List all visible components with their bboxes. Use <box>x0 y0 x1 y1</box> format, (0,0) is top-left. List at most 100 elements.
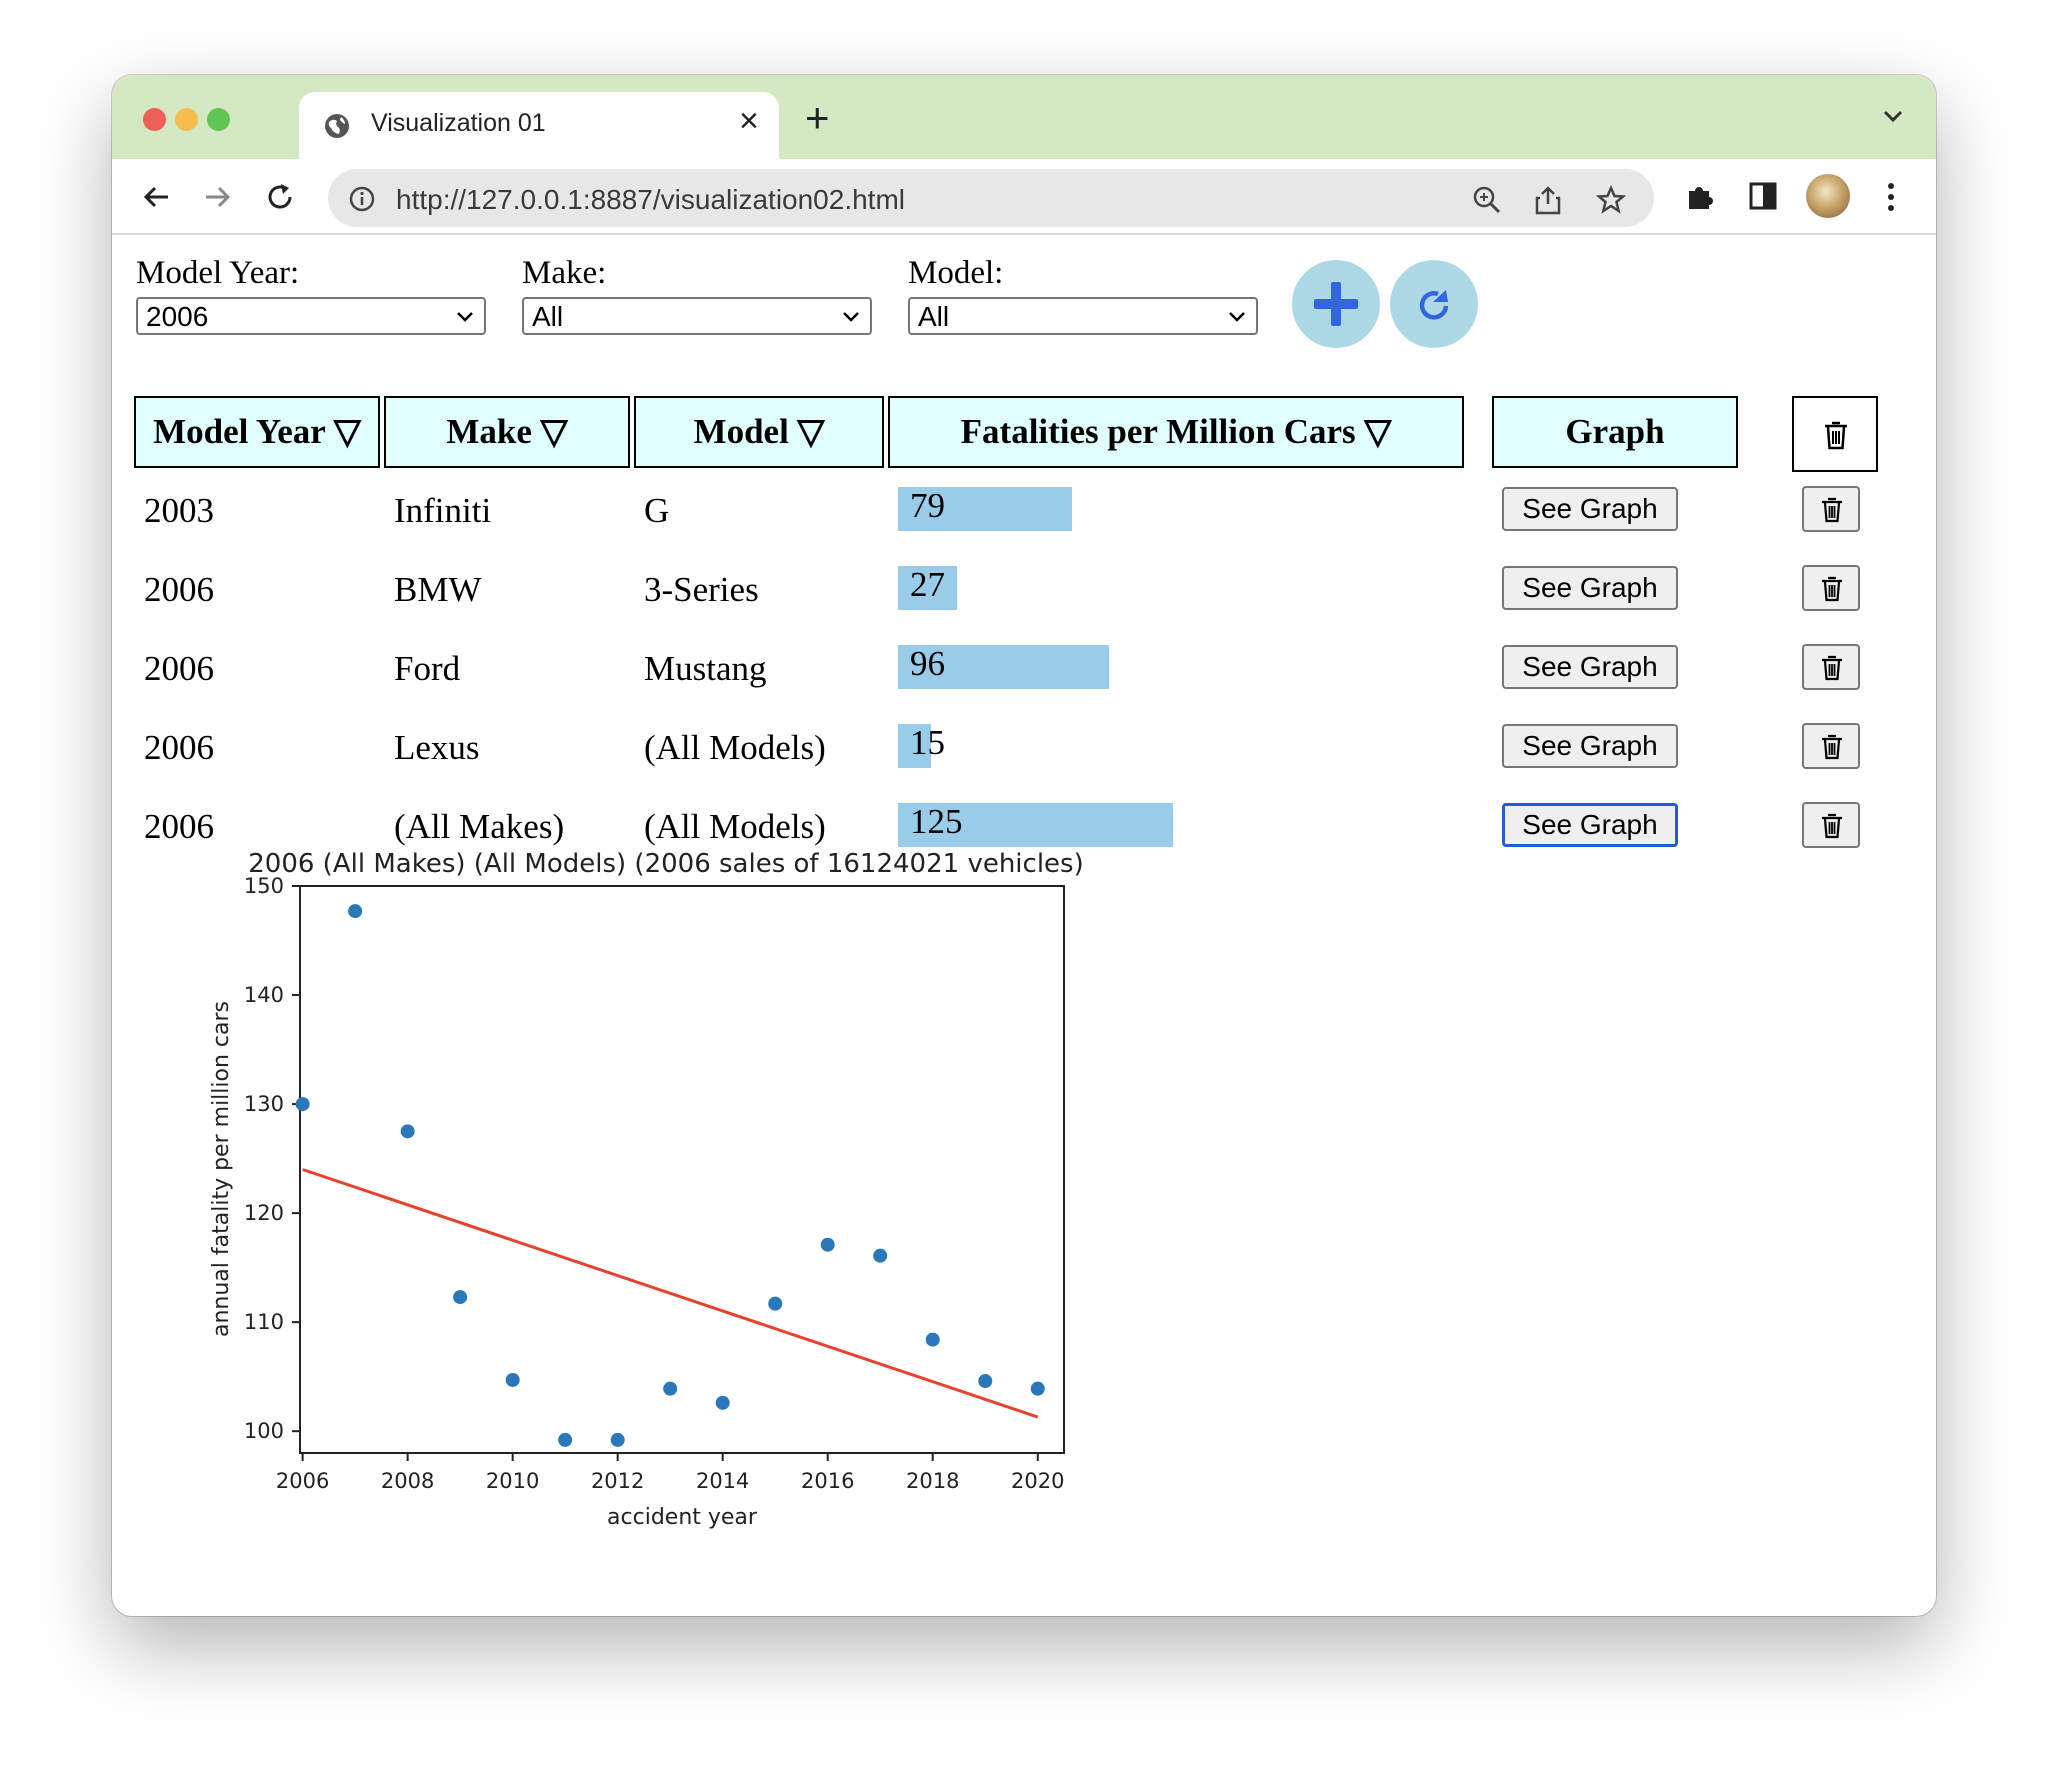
x-tick-label: 2018 <box>906 1469 959 1493</box>
row-make: BMW <box>394 570 482 609</box>
see-graph-button[interactable]: See Graph <box>1502 566 1678 610</box>
row-model: G <box>644 491 670 530</box>
y-tick-label: 120 <box>244 1201 284 1225</box>
delete-row-button[interactable] <box>1802 644 1860 690</box>
col-header-model[interactable]: Model ▽ <box>634 396 884 468</box>
browser-tab[interactable]: Visualization 01 × <box>299 92 779 159</box>
data-point <box>558 1432 573 1447</box>
refresh-button[interactable] <box>1390 260 1478 348</box>
data-point <box>978 1374 993 1389</box>
make-value: All <box>532 301 564 332</box>
bookmark-star-icon[interactable] <box>1596 185 1626 215</box>
minimize-window-button[interactable] <box>175 108 198 131</box>
x-tick-label: 2008 <box>381 1469 434 1493</box>
chevron-down-icon <box>457 312 473 322</box>
delete-row-button[interactable] <box>1802 486 1860 532</box>
delete-row-button[interactable] <box>1802 723 1860 769</box>
data-point <box>873 1248 888 1263</box>
col-header-graph: Graph <box>1492 396 1738 468</box>
col-header-make[interactable]: Make ▽ <box>384 396 630 468</box>
row-model-year: 2006 <box>144 649 214 688</box>
data-point <box>610 1432 625 1447</box>
see-graph-button[interactable]: See Graph <box>1502 724 1678 768</box>
see-graph-button[interactable]: See Graph <box>1502 645 1678 689</box>
delete-row-button[interactable] <box>1802 802 1860 848</box>
data-point <box>925 1332 940 1347</box>
col-header-model-year[interactable]: Model Year ▽ <box>134 396 380 468</box>
x-tick-label: 2014 <box>696 1469 749 1493</box>
forward-arrow-icon[interactable] <box>202 181 234 213</box>
trash-icon <box>1822 497 1842 523</box>
model-label: Model: <box>908 255 1004 291</box>
col-header-fatalities[interactable]: Fatalities per Million Cars ▽ <box>888 396 1464 468</box>
model-year-select[interactable]: 2006 <box>136 297 486 335</box>
trash-icon <box>1825 421 1847 450</box>
profile-avatar[interactable] <box>1806 174 1850 218</box>
model-year-label: Model Year: <box>136 255 300 291</box>
browser-toolbar: http://127.0.0.1:8887/visualization02.ht… <box>112 159 1936 235</box>
trash-icon <box>1822 576 1842 602</box>
x-tick-label: 2010 <box>486 1469 539 1493</box>
fatality-value: 125 <box>910 802 963 841</box>
chevron-down-icon[interactable] <box>1880 103 1906 129</box>
trend-line <box>302 1168 1039 1419</box>
extensions-icon[interactable] <box>1684 181 1716 213</box>
back-arrow-icon[interactable] <box>140 181 172 213</box>
add-row-button[interactable] <box>1292 260 1380 348</box>
trash-icon <box>1822 655 1842 681</box>
close-window-button[interactable] <box>143 108 166 131</box>
see-graph-button[interactable]: See Graph <box>1502 487 1678 531</box>
fatality-value: 96 <box>910 644 945 683</box>
data-point <box>453 1290 468 1305</box>
plus-icon <box>1314 282 1358 326</box>
info-icon[interactable] <box>348 185 376 213</box>
row-make: Ford <box>394 649 461 688</box>
tab-close-icon[interactable]: × <box>739 102 759 141</box>
row-make: Lexus <box>394 728 480 767</box>
row-make: Infiniti <box>394 491 492 530</box>
chevron-down-icon <box>843 312 859 322</box>
data-point <box>348 904 363 919</box>
reload-icon[interactable] <box>264 181 296 213</box>
new-tab-button[interactable]: + <box>805 94 830 142</box>
delete-all-button[interactable] <box>1792 396 1878 472</box>
data-point <box>295 1097 310 1112</box>
address-bar[interactable]: http://127.0.0.1:8887/visualization02.ht… <box>328 169 1654 227</box>
chart-title: 2006 (All Makes) (All Models) (2006 sale… <box>248 849 1083 879</box>
globe-icon <box>325 114 349 138</box>
fatality-scatter-chart: 2006 (All Makes) (All Models) (2006 sale… <box>209 849 1084 1530</box>
side-panel-icon[interactable] <box>1748 181 1778 211</box>
make-select[interactable]: All <box>522 297 872 335</box>
fatality-value: 79 <box>910 486 945 525</box>
model-select[interactable]: All <box>908 297 1258 335</box>
row-model: (All Models) <box>644 728 826 767</box>
row-model: Mustang <box>644 649 767 688</box>
browser-window: Visualization 01 × + http://127.0.0.1:88… <box>112 75 1936 1616</box>
row-model-year: 2006 <box>144 570 214 609</box>
y-axis-label: annual fatality per million cars <box>209 1001 234 1337</box>
trash-icon <box>1822 813 1842 839</box>
chart-marks: 2006 2008 2010 2012 2014 2016 2018 2020 100 110 12… <box>244 874 1065 1493</box>
y-tick-label: 110 <box>244 1310 284 1334</box>
more-menu-icon[interactable] <box>1884 181 1898 213</box>
x-tick-label: 2012 <box>591 1469 644 1493</box>
url-text: http://127.0.0.1:8887/visualization02.ht… <box>396 184 906 215</box>
maximize-window-button[interactable] <box>207 108 230 131</box>
data-point <box>768 1296 783 1311</box>
x-tick-label: 2006 <box>276 1469 329 1493</box>
model-year-value: 2006 <box>146 301 209 332</box>
y-tick-label: 140 <box>244 983 284 1007</box>
see-graph-button[interactable]: See Graph <box>1502 803 1678 847</box>
zoom-icon[interactable] <box>1472 185 1502 215</box>
trash-icon <box>1822 734 1842 760</box>
refresh-icon <box>1419 290 1449 320</box>
delete-row-button[interactable] <box>1802 565 1860 611</box>
page-content: Model Year: 2006 Make: All Model: All Mo… <box>112 235 1936 1616</box>
share-icon[interactable] <box>1534 185 1562 215</box>
row-model-year: 2006 <box>144 728 214 767</box>
data-point <box>663 1381 678 1396</box>
y-tick-label: 130 <box>244 1092 284 1116</box>
x-tick-label: 2016 <box>801 1469 854 1493</box>
data-point <box>715 1395 730 1410</box>
plot-frame <box>299 885 1065 1454</box>
